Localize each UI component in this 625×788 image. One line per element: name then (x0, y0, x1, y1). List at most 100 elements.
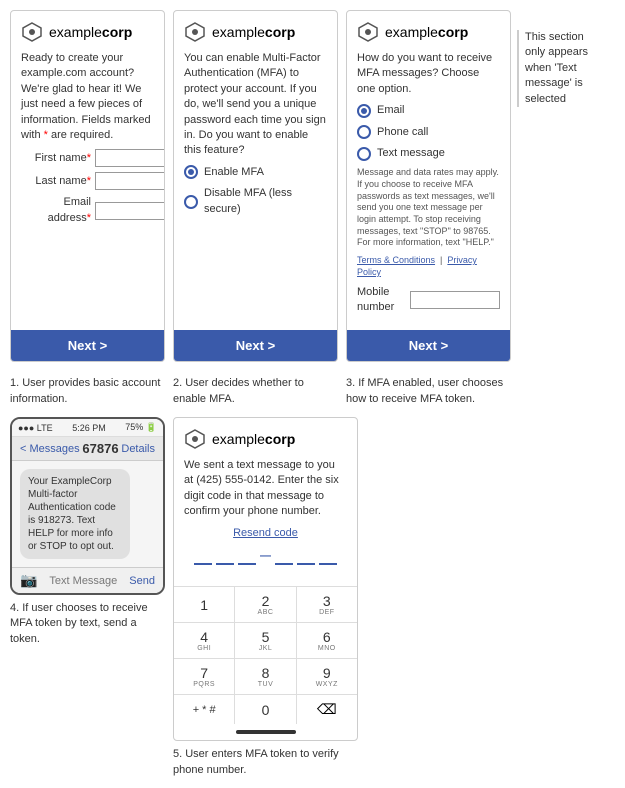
keypad-6[interactable]: 6MNO (297, 623, 357, 658)
mfa-card-body: We sent a text message to you at (425) 5… (184, 458, 347, 566)
keypad-8[interactable]: 8TUV (235, 659, 296, 694)
email-option-label: Email (377, 103, 405, 118)
logo-icon-4 (184, 428, 206, 450)
keypad-2[interactable]: 2ABC (235, 587, 296, 622)
caption-2: 2. User decides whether to enable MFA. (173, 376, 338, 407)
code-dash-5 (297, 549, 315, 565)
phone-call-radio[interactable] (357, 125, 371, 139)
logo-icon-3 (357, 21, 379, 43)
card-account-info: examplecorp Ready to create your example… (10, 10, 165, 362)
code-separator: — (260, 549, 271, 564)
last-name-input[interactable] (95, 172, 165, 190)
phone-back-button[interactable]: < Messages (20, 443, 80, 455)
card3-header: examplecorp (357, 21, 500, 43)
top-cards-row: examplecorp Ready to create your example… (10, 10, 615, 362)
last-name-label: Last name* (21, 174, 91, 189)
enable-mfa-radio[interactable] (184, 165, 198, 179)
first-name-row: First name* (21, 149, 154, 167)
card-mfa-entry: examplecorp We sent a text message to yo… (173, 417, 358, 741)
card1-required-note: are required. (51, 129, 113, 141)
resend-code-link[interactable]: Resend code (184, 526, 347, 541)
card3-disclaimer: Message and data rates may apply. If you… (357, 167, 500, 249)
phone-status-bar: ●●● LTE 5:26 PM 75% 🔋 (12, 419, 163, 437)
disable-mfa-option[interactable]: Disable MFA (less secure) (184, 186, 327, 217)
card1-intro-text: Ready to create your example.com account… (21, 52, 151, 141)
phone-details-link[interactable]: Details (121, 443, 155, 455)
card-mfa-method: examplecorp How do you want to receive M… (346, 10, 511, 362)
caption-4: 4. If user chooses to receive MFA token … (10, 601, 165, 647)
keypad-row-2: 4GHI 5JKL 6MNO (174, 622, 357, 658)
email-label: Email address* (21, 195, 91, 226)
phone-message-area: Your ExampleCorp Multi-factor Authentica… (12, 461, 163, 567)
phone-call-label: Phone call (377, 125, 428, 140)
logo-icon-2 (184, 21, 206, 43)
phone-signal: ●●● LTE (18, 423, 53, 433)
logo-icon-1 (21, 21, 43, 43)
code-dash-4 (275, 549, 293, 565)
card3-brand: examplecorp (385, 24, 468, 40)
keypad-symbols[interactable]: + * # (174, 695, 235, 724)
enable-mfa-label: Enable MFA (204, 165, 264, 180)
card3-intro: How do you want to receive MFA messages?… (357, 51, 500, 97)
mfa-card-brand: examplecorp (212, 431, 295, 447)
keypad-0[interactable]: 0 (235, 695, 296, 724)
enable-mfa-option[interactable]: Enable MFA (184, 165, 327, 180)
phone-nav-bar: < Messages 67876 Details (12, 437, 163, 461)
captions-row-top: 1. User provides basic account informati… (10, 370, 615, 407)
first-name-input[interactable] (95, 149, 165, 167)
keypad-row-4: + * # 0 ⌫ (174, 694, 357, 724)
card2-body: You can enable Multi-Factor Authenticati… (184, 51, 327, 217)
keypad-5[interactable]: 5JKL (235, 623, 296, 658)
phone-input-bar: 📷 Text Message Send (12, 567, 163, 593)
caption-5: 5. User enters MFA token to verify phone… (173, 747, 358, 778)
mobile-number-row: Mobile number (357, 285, 500, 316)
phone-call-option[interactable]: Phone call (357, 125, 500, 140)
mobile-number-label: Mobile number (357, 285, 406, 316)
card1-brand: examplecorp (49, 24, 132, 40)
text-message-label: Text message (377, 146, 445, 161)
card3-wrapper: examplecorp How do you want to receive M… (346, 10, 597, 362)
bottom-row: ●●● LTE 5:26 PM 75% 🔋 < Messages 67876 D… (10, 417, 615, 778)
terms-link[interactable]: Terms & Conditions (357, 255, 435, 265)
mobile-number-input[interactable] (410, 291, 500, 309)
keypad-3[interactable]: 3DEF (297, 587, 357, 622)
email-radio[interactable] (357, 104, 371, 118)
mfa-entry-instruction: We sent a text message to you at (425) 5… (184, 458, 347, 520)
phone-contact-number: 67876 (82, 441, 118, 456)
card3-body: How do you want to receive MFA messages?… (357, 51, 500, 315)
mfa-entry-wrapper: examplecorp We sent a text message to yo… (173, 417, 358, 778)
card2-header: examplecorp (184, 21, 327, 43)
code-dash-3 (238, 549, 256, 565)
card1-header: examplecorp (21, 21, 154, 43)
email-input[interactable] (95, 202, 165, 220)
caption-3: 3. If MFA enabled, user chooses how to r… (346, 376, 511, 407)
phone-battery: 75% 🔋 (125, 422, 157, 433)
email-option[interactable]: Email (357, 103, 500, 118)
keypad-row-3: 7PQRS 8TUV 9WXYZ (174, 658, 357, 694)
phone-text-input[interactable]: Text Message (37, 575, 129, 587)
text-message-radio[interactable] (357, 147, 371, 161)
code-dash-1 (194, 549, 212, 565)
phone-time: 5:26 PM (72, 423, 106, 433)
email-row: Email address* (21, 195, 154, 226)
text-message-option[interactable]: Text message (357, 146, 500, 161)
last-name-row: Last name* (21, 172, 154, 190)
keypad-4[interactable]: 4GHI (174, 623, 235, 658)
section-note: This section only appears when 'Text mes… (517, 30, 597, 107)
keypad: 1 2ABC 3DEF 4GHI 5JKL 6MNO 7PQRS 8TUV 9W… (174, 586, 357, 724)
card2-next-button[interactable]: Next > (174, 330, 337, 361)
keypad-9[interactable]: 9WXYZ (297, 659, 357, 694)
keypad-delete[interactable]: ⌫ (297, 695, 357, 724)
card1-body: Ready to create your example.com account… (21, 51, 154, 226)
card-mfa-choice: examplecorp You can enable Multi-Factor … (173, 10, 338, 362)
code-dash-6 (319, 549, 337, 565)
keypad-1[interactable]: 1 (174, 587, 235, 622)
card3-next-button[interactable]: Next > (347, 330, 510, 361)
home-indicator (236, 730, 296, 734)
card3-links: Terms & Conditions | Privacy Policy (357, 255, 500, 278)
disable-mfa-radio[interactable] (184, 195, 198, 209)
phone-send-button[interactable]: Send (129, 575, 155, 587)
required-star-1: * (44, 129, 48, 141)
card1-next-button[interactable]: Next > (11, 330, 164, 361)
keypad-7[interactable]: 7PQRS (174, 659, 235, 694)
